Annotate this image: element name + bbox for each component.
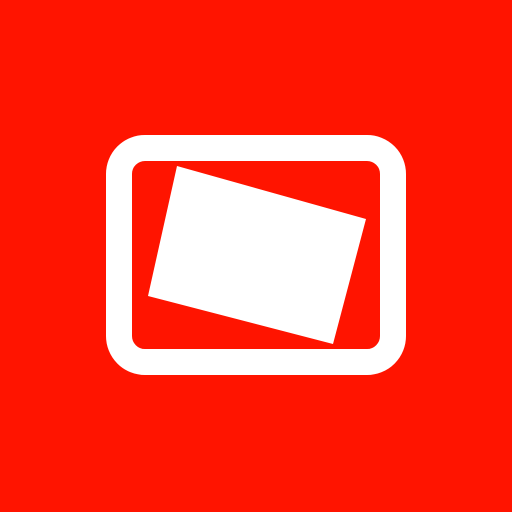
app-icon-canvas bbox=[0, 0, 512, 512]
photo-in-frame-icon bbox=[0, 0, 512, 512]
